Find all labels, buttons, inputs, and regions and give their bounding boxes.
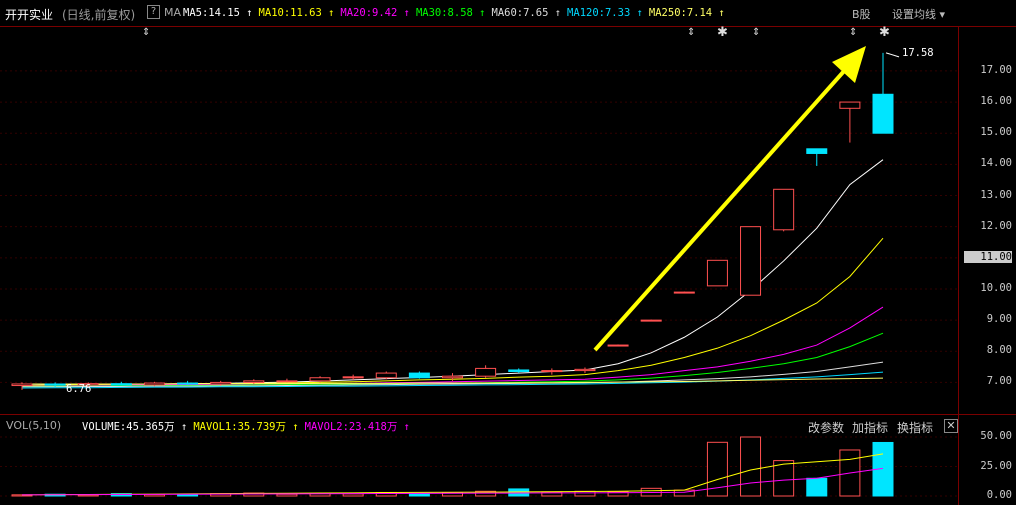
volume-tick: 25.00 xyxy=(980,459,1012,472)
candle-body xyxy=(408,372,430,379)
candle-body xyxy=(110,383,132,386)
double-arrow-icon[interactable]: ⇕ xyxy=(142,27,150,38)
volume-bar xyxy=(408,493,430,497)
star-icon[interactable]: ✱ xyxy=(879,25,890,40)
price-tick: 7.00 xyxy=(986,375,1012,388)
candle-body xyxy=(640,319,662,322)
price-tick: 9.00 xyxy=(986,313,1012,326)
low-price-label: 6.76 xyxy=(66,383,92,395)
top-divider xyxy=(0,26,1016,27)
price-tick: 15.00 xyxy=(980,126,1012,139)
double-arrow-icon[interactable]: ⇕ xyxy=(849,27,857,38)
candle-body xyxy=(773,188,795,231)
candle-body xyxy=(342,376,364,379)
vol-values: VOLUME:45.365万 ↑ MAVOL1:35.739万 ↑ MAVOL2:2… xyxy=(82,419,416,434)
candle-body xyxy=(243,380,265,383)
add-indicator-button[interactable]: 加指标 xyxy=(852,419,888,436)
candle-body xyxy=(11,383,33,387)
vol-value-1: MAVOL1:35.739万 ↑ xyxy=(193,421,299,433)
volume-bar xyxy=(773,460,795,497)
edit-params-button[interactable]: 改参数 xyxy=(808,419,844,436)
candle-body xyxy=(375,372,397,379)
candle-body xyxy=(872,93,894,134)
candle-body xyxy=(177,382,199,385)
star-icon[interactable]: ✱ xyxy=(717,25,728,40)
candle-body xyxy=(44,383,66,386)
candle-body xyxy=(607,344,629,347)
volume-bar xyxy=(276,493,298,497)
vol-label: VOL(5,10) xyxy=(6,419,62,432)
candle-body xyxy=(541,370,563,373)
candle-body xyxy=(839,101,861,109)
vol-value-2: MAVOL2:23.418万 ↑ xyxy=(304,421,410,433)
price-tick: 11.00 xyxy=(964,250,1012,263)
candle-body xyxy=(806,148,828,154)
candle-body xyxy=(210,381,232,385)
volume-tick: 50.00 xyxy=(980,430,1012,442)
volume-bar xyxy=(806,477,828,497)
candle-body xyxy=(706,259,728,287)
axis-divider xyxy=(958,26,959,505)
price-tick: 16.00 xyxy=(980,95,1012,108)
price-tick: 10.00 xyxy=(980,281,1012,294)
candle-body xyxy=(309,377,331,382)
double-arrow-icon[interactable]: ⇕ xyxy=(752,27,760,38)
price-tick: 12.00 xyxy=(980,219,1012,232)
price-tick: 13.00 xyxy=(980,188,1012,201)
candle-body xyxy=(740,226,762,296)
peak-pointer xyxy=(885,52,900,58)
panel-divider xyxy=(0,414,1016,415)
volume-tick: 0.00 xyxy=(986,489,1012,501)
peak-price-label: 17.58 xyxy=(902,47,934,59)
candle-body xyxy=(508,369,530,373)
candle-body xyxy=(143,382,165,386)
volume-bar xyxy=(740,436,762,497)
vol-value-0: VOLUME:45.365万 ↑ xyxy=(82,421,188,433)
price-tick: 14.00 xyxy=(980,157,1012,170)
price-tick: 8.00 xyxy=(986,344,1012,357)
switch-indicator-button[interactable]: 换指标 xyxy=(897,419,933,436)
candle-body xyxy=(442,375,463,379)
candle-body xyxy=(276,380,298,383)
double-arrow-icon[interactable]: ⇕ xyxy=(687,27,695,38)
candle-body xyxy=(475,367,497,377)
close-icon[interactable]: ✕ xyxy=(944,419,958,433)
price-tick: 17.00 xyxy=(980,63,1012,76)
candle-body xyxy=(673,291,695,294)
candle-body xyxy=(574,368,596,372)
volume-bar xyxy=(342,493,364,497)
volume-bar xyxy=(508,488,530,497)
